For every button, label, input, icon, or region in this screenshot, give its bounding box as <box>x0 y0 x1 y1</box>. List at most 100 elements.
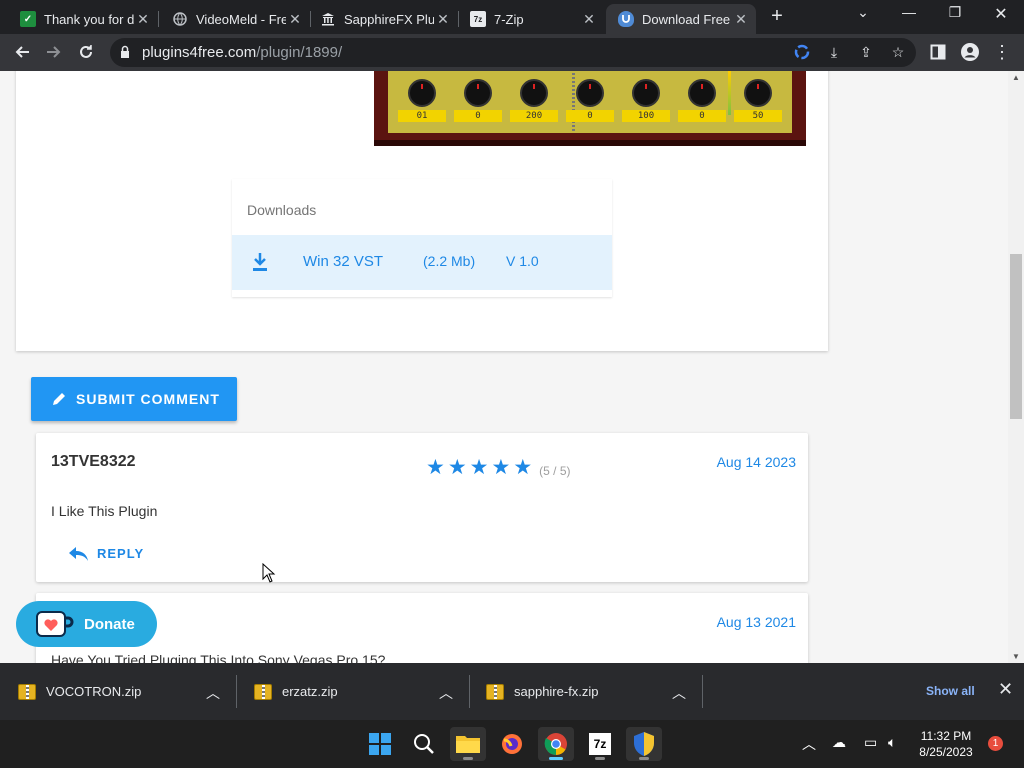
comment-card: 13TVE8322 ★ ★ ★ ★ ★ (5 / 5) Aug 14 2023 … <box>36 433 808 582</box>
reload-button[interactable] <box>74 40 98 64</box>
scrollbar-thumb[interactable] <box>1010 254 1022 419</box>
clock-date: 8/25/2023 <box>919 745 973 759</box>
comment-date: Aug 14 2023 <box>716 454 796 470</box>
star-icon: ★ <box>513 456 533 479</box>
downloads-box: Downloads Win 32 VST (2.2 Mb) V 1.0 <box>232 179 612 297</box>
7zip-app-icon[interactable]: 7z <box>582 727 618 761</box>
bookmark-star-icon[interactable]: ☆ <box>888 42 908 62</box>
download-options-chevron-icon[interactable]: ︿ <box>672 683 686 703</box>
pencil-icon <box>53 393 65 405</box>
share-icon[interactable]: ⇪ <box>856 42 876 62</box>
download-item[interactable]: sapphire-fx.zip <box>486 663 599 720</box>
donate-label: Donate <box>84 615 135 633</box>
donate-button[interactable]: Donate <box>16 601 157 647</box>
address-bar[interactable]: plugins4free.com/plugin/1899/ ⤓ ⇪ ☆ <box>110 38 916 67</box>
plugin-screenshot: 01 0 200 0 100 0 50 <box>374 71 806 146</box>
globe-icon <box>172 11 188 27</box>
close-window-button[interactable]: ✕ <box>986 4 1016 24</box>
close-download-shelf-icon[interactable]: ✕ <box>998 679 1013 700</box>
tab-download-free[interactable]: Download Free ✕ <box>606 4 756 34</box>
download-version: V 1.0 <box>506 253 539 269</box>
clock-time: 11:32 PM <box>920 729 972 743</box>
new-tab-button[interactable]: + <box>766 5 788 28</box>
reply-arrow-icon <box>69 546 88 561</box>
reply-label: REPLY <box>97 546 145 561</box>
firefox-icon[interactable] <box>494 727 530 761</box>
forward-button[interactable] <box>42 40 66 64</box>
chrome-icon[interactable] <box>538 727 574 761</box>
tab-title: Thank you for d <box>44 11 134 27</box>
star-icon: ★ <box>426 456 445 479</box>
rating-text: (5 / 5) <box>539 464 571 478</box>
download-item[interactable]: VOCOTRON.zip <box>18 663 141 720</box>
notification-badge[interactable]: 1 <box>988 736 1003 751</box>
show-all-downloads-link[interactable]: Show all <box>926 684 975 698</box>
tab-sapphirefx[interactable]: SapphireFX Plug ✕ <box>308 4 458 34</box>
tab-title: VideoMeld - Fre <box>196 11 286 27</box>
tab-search-chevron-icon[interactable]: ⌄ <box>848 4 878 21</box>
security-shield-icon[interactable] <box>626 727 662 761</box>
menu-kebab-icon[interactable]: ⋮ <box>990 40 1014 64</box>
display-icon[interactable]: ▭ <box>864 734 877 751</box>
download-name[interactable]: Win 32 VST <box>303 253 383 270</box>
download-icon <box>253 253 267 271</box>
download-link-row[interactable]: Win 32 VST (2.2 Mb) V 1.0 <box>232 235 612 290</box>
check-sheet-icon: ✓ <box>20 11 36 27</box>
install-app-icon[interactable]: ⤓ <box>824 42 844 62</box>
tab-videomeld[interactable]: VideoMeld - Fre ✕ <box>160 4 310 34</box>
comment-body: Have You Tried Pluging This Into Sony Ve… <box>51 652 386 663</box>
vertical-scrollbar[interactable]: ▲ ▼ <box>1008 71 1024 663</box>
volume-icon[interactable]: 🔈︎ <box>888 734 896 751</box>
download-shelf: VOCOTRON.zip ︿ erzatz.zip ︿ sapphire-fx.… <box>0 663 1024 720</box>
close-tab-icon[interactable]: ✕ <box>286 11 304 28</box>
tab-title: 7-Zip <box>494 11 524 27</box>
submit-comment-label: SUBMIT COMMENT <box>76 391 220 407</box>
close-tab-icon[interactable]: ✕ <box>732 11 750 28</box>
tab-thank-you[interactable]: ✓ Thank you for d ✕ <box>8 4 158 34</box>
download-item[interactable]: erzatz.zip <box>254 663 338 720</box>
star-rating: ★ ★ ★ ★ ★ (5 / 5) <box>426 456 571 479</box>
zip-file-icon <box>486 683 504 700</box>
lock-icon <box>121 45 129 58</box>
download-options-chevron-icon[interactable]: ︿ <box>206 683 220 703</box>
tray-overflow-chevron-icon[interactable]: ︿ <box>802 734 816 754</box>
tab-title: SapphireFX Plug <box>344 11 434 27</box>
back-button[interactable] <box>10 40 34 64</box>
minimize-button[interactable]: — <box>894 4 924 20</box>
7zip-icon: 7z <box>470 11 486 27</box>
tab-strip: ✓ Thank you for d ✕ VideoMeld - Fre ✕ Sa… <box>0 0 1024 34</box>
tab-title: Download Free <box>642 11 731 27</box>
close-tab-icon[interactable]: ✕ <box>580 11 598 28</box>
comment-body: I Like This Plugin <box>51 503 158 519</box>
page-content: 01 0 200 0 100 0 50 Downloads Win 32 VST… <box>0 71 1024 663</box>
reply-button[interactable]: REPLY <box>69 546 144 561</box>
search-icon[interactable] <box>406 727 442 761</box>
zip-file-icon <box>18 683 36 700</box>
star-icon: ★ <box>447 456 467 479</box>
download-size: (2.2 Mb) <box>423 253 476 269</box>
close-tab-icon[interactable]: ✕ <box>434 11 452 28</box>
comment-author: 13TVE8322 <box>51 453 136 470</box>
download-filename: sapphire-fx.zip <box>514 684 599 699</box>
start-windows-icon[interactable] <box>362 727 398 761</box>
url-text: plugins4free.com/plugin/1899/ <box>142 44 343 61</box>
file-explorer-icon[interactable] <box>450 727 486 761</box>
restore-button[interactable]: ❐ <box>940 4 970 21</box>
system-clock[interactable]: 11:32 PM 8/25/2023 <box>912 728 980 760</box>
side-panel-icon[interactable] <box>926 40 950 64</box>
tab-7zip[interactable]: 7z 7-Zip ✕ <box>458 4 604 34</box>
museum-icon <box>320 11 336 27</box>
profile-avatar-icon[interactable] <box>958 40 982 64</box>
comment-date: Aug 13 2021 <box>716 614 796 630</box>
zip-file-icon <box>254 683 272 700</box>
windows-taskbar: 7z ︿ ☁ ▭ 🔈︎ 11:32 PM 8/25/2023 1 <box>0 720 1024 768</box>
network-off-icon[interactable]: ☁ <box>832 734 846 751</box>
submit-comment-button[interactable]: SUBMIT COMMENT <box>31 377 237 421</box>
downloads-heading: Downloads <box>247 202 317 218</box>
download-options-chevron-icon[interactable]: ︿ <box>439 683 453 703</box>
google-lens-icon[interactable] <box>792 42 812 62</box>
mouse-cursor-icon <box>262 563 276 583</box>
download-filename: erzatz.zip <box>282 684 338 699</box>
star-icon: ★ <box>491 456 511 479</box>
close-tab-icon[interactable]: ✕ <box>134 11 152 28</box>
